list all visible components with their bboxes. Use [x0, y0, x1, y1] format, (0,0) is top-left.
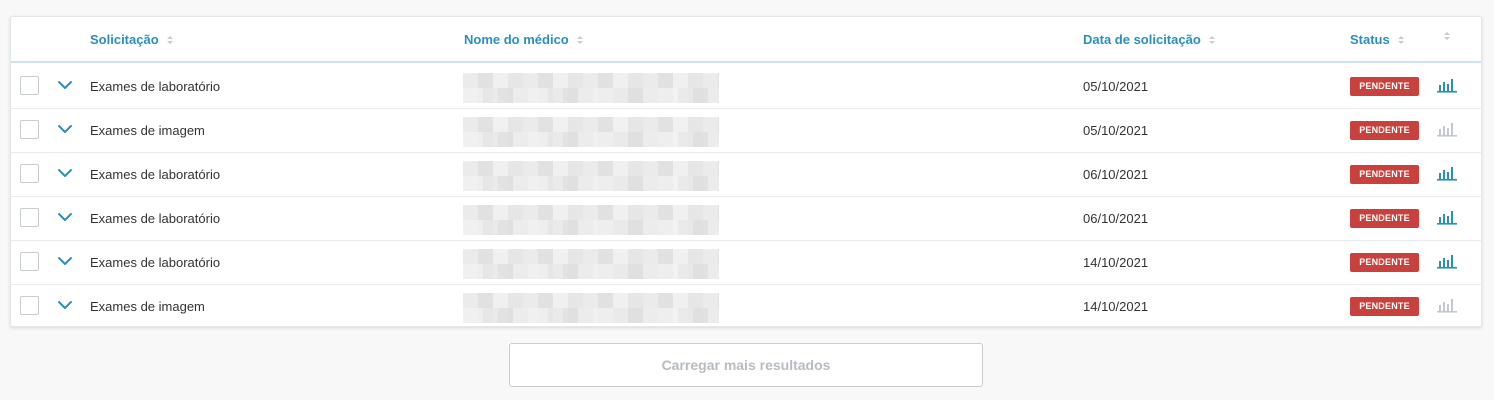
chevron-down-icon[interactable] — [56, 122, 74, 136]
bar-chart-icon[interactable] — [1436, 164, 1458, 182]
chevron-down-icon[interactable] — [56, 78, 74, 92]
bar-chart-icon[interactable] — [1436, 208, 1458, 226]
bar-chart-icon[interactable] — [1436, 296, 1458, 314]
status-badge: PENDENTE — [1350, 297, 1419, 316]
chevron-down-icon[interactable] — [56, 166, 74, 180]
table-header: Solicitação Nome do médico Data de solic… — [11, 17, 1481, 63]
row-checkbox[interactable] — [20, 164, 39, 183]
header-status-label: Status — [1350, 32, 1390, 47]
table-row: Exames de imagem 14/10/2021 PENDENTE — [11, 285, 1481, 329]
cell-data-solicitacao: 06/10/2021 — [1083, 167, 1149, 182]
redacted-doctor-name — [463, 73, 719, 103]
header-nome-medico[interactable]: Nome do médico — [464, 32, 583, 47]
bar-chart-icon[interactable] — [1436, 76, 1458, 94]
header-data-solicitacao-label: Data de solicitação — [1083, 32, 1201, 47]
requests-table: Solicitação Nome do médico Data de solic… — [10, 16, 1482, 327]
cell-data-solicitacao: 14/10/2021 — [1083, 299, 1149, 314]
cell-solicitacao: Exames de laboratório — [90, 79, 221, 94]
row-checkbox[interactable] — [20, 296, 39, 315]
cell-solicitacao: Exames de laboratório — [90, 211, 221, 226]
chevron-down-icon[interactable] — [56, 298, 74, 312]
status-badge: PENDENTE — [1350, 209, 1419, 228]
redacted-doctor-name — [463, 205, 719, 235]
header-status[interactable]: Status — [1350, 32, 1404, 47]
cell-data-solicitacao: 06/10/2021 — [1083, 211, 1149, 226]
status-badge: PENDENTE — [1350, 77, 1419, 96]
bar-chart-icon[interactable] — [1436, 252, 1458, 270]
row-checkbox[interactable] — [20, 76, 39, 95]
table-row: Exames de laboratório 05/10/2021 PENDENT… — [11, 65, 1481, 109]
redacted-doctor-name — [463, 249, 719, 279]
header-nome-medico-label: Nome do médico — [464, 32, 569, 47]
load-more-button[interactable]: Carregar mais resultados — [509, 343, 983, 387]
table-row: Exames de imagem 05/10/2021 PENDENTE — [11, 109, 1481, 153]
status-badge: PENDENTE — [1350, 165, 1419, 184]
status-badge: PENDENTE — [1350, 253, 1419, 272]
row-checkbox[interactable] — [20, 208, 39, 227]
status-badge: PENDENTE — [1350, 121, 1419, 140]
redacted-doctor-name — [463, 161, 719, 191]
table-row: Exames de laboratório 06/10/2021 PENDENT… — [11, 153, 1481, 197]
sort-icon[interactable] — [1208, 35, 1215, 44]
cell-data-solicitacao: 05/10/2021 — [1083, 79, 1149, 94]
cell-data-solicitacao: 14/10/2021 — [1083, 255, 1149, 270]
cell-data-solicitacao: 05/10/2021 — [1083, 123, 1149, 138]
sort-icon[interactable] — [1397, 35, 1404, 44]
row-checkbox[interactable] — [20, 120, 39, 139]
row-checkbox[interactable] — [20, 252, 39, 271]
chevron-down-icon[interactable] — [56, 254, 74, 268]
cell-solicitacao: Exames de imagem — [90, 123, 205, 138]
bar-chart-icon[interactable] — [1436, 120, 1458, 138]
sort-icon[interactable] — [576, 35, 583, 44]
header-solicitacao-label: Solicitação — [90, 32, 159, 47]
redacted-doctor-name — [463, 293, 719, 323]
header-solicitacao[interactable]: Solicitação — [90, 32, 173, 47]
redacted-doctor-name — [463, 117, 719, 147]
cell-solicitacao: Exames de laboratório — [90, 255, 221, 270]
cell-solicitacao: Exames de imagem — [90, 299, 205, 314]
cell-solicitacao: Exames de laboratório — [90, 167, 221, 182]
sort-icon[interactable] — [1444, 32, 1450, 40]
sort-icon[interactable] — [166, 35, 173, 44]
header-data-solicitacao[interactable]: Data de solicitação — [1083, 32, 1215, 47]
header-actions[interactable] — [1436, 32, 1450, 40]
table-row: Exames de laboratório 14/10/2021 PENDENT… — [11, 241, 1481, 285]
table-row: Exames de laboratório 06/10/2021 PENDENT… — [11, 197, 1481, 241]
chevron-down-icon[interactable] — [56, 210, 74, 224]
